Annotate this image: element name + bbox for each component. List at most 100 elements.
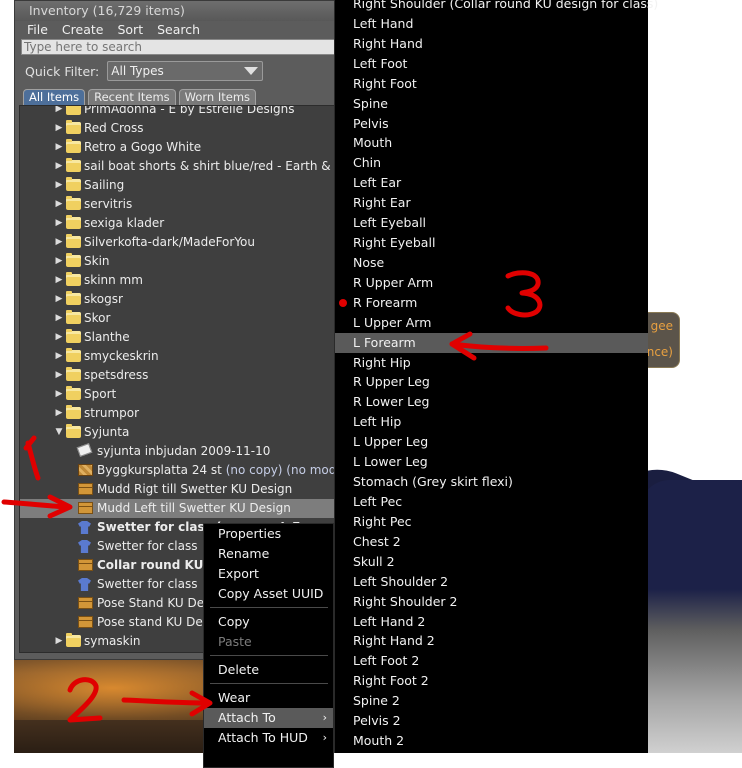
menu-search[interactable]: Search xyxy=(155,21,212,39)
quick-filter-label: Quick Filter: xyxy=(25,63,100,79)
attach-point-left-foot[interactable]: Left Foot xyxy=(335,54,648,74)
collapsed-arrow-icon[interactable]: ▶ xyxy=(54,309,64,328)
context-menu-wear[interactable]: Wear xyxy=(204,688,333,708)
tree-folder[interactable]: ▶ Sailing xyxy=(20,176,338,195)
attach-point-right-shoulder-collar-round-ku-design-for-class[interactable]: Right Shoulder (Collar round KU design f… xyxy=(335,0,658,14)
tab-all-items[interactable]: All Items xyxy=(23,89,86,105)
folder-icon xyxy=(66,106,81,115)
attach-point-skull-2[interactable]: Skull 2 xyxy=(335,552,648,572)
attach-point-l-upper-leg[interactable]: L Upper Leg xyxy=(335,432,648,452)
context-menu-delete[interactable]: Delete xyxy=(204,660,333,680)
attach-point-left-ear[interactable]: Left Ear xyxy=(335,173,648,193)
attach-point-chin[interactable]: Chin xyxy=(335,153,648,173)
attach-point-pelvis[interactable]: Pelvis xyxy=(335,114,648,134)
attach-point-left-shoulder-2[interactable]: Left Shoulder 2 xyxy=(335,572,648,592)
tree-folder[interactable]: ▶ Slanthe xyxy=(20,328,338,347)
tree-folder[interactable]: ▶ servitris xyxy=(20,195,338,214)
collapsed-arrow-icon[interactable]: ▶ xyxy=(54,385,64,404)
attach-point-right-eyeball[interactable]: Right Eyeball xyxy=(335,233,648,253)
collapsed-arrow-icon[interactable]: ▶ xyxy=(54,214,64,233)
expanded-arrow-icon[interactable]: ▼ xyxy=(54,423,64,442)
tree-folder[interactable]: ▶ sexiga klader xyxy=(20,214,338,233)
tree-item[interactable]: syjunta inbjudan 2009-11-10 xyxy=(20,442,338,461)
menu-sort[interactable]: Sort xyxy=(115,21,155,39)
context-menu-properties[interactable]: Properties xyxy=(204,524,333,544)
collapsed-arrow-icon[interactable]: ▶ xyxy=(54,176,64,195)
attach-point-pelvis-2[interactable]: Pelvis 2 xyxy=(335,711,648,731)
attach-point-right-hand-2[interactable]: Right Hand 2 xyxy=(335,631,648,651)
attach-point-mouth[interactable]: Mouth xyxy=(335,133,648,153)
attach-point-left-foot-2[interactable]: Left Foot 2 xyxy=(335,651,648,671)
attach-point-r-forearm[interactable]: R Forearm xyxy=(335,293,648,313)
tree-folder[interactable]: ▶ Skin xyxy=(20,252,338,271)
attach-point-right-foot-2[interactable]: Right Foot 2 xyxy=(335,671,648,691)
context-menu-export[interactable]: Export xyxy=(204,564,333,584)
context-menu-attach-to[interactable]: Attach To › xyxy=(204,708,333,728)
attach-point-right-ear[interactable]: Right Ear xyxy=(335,193,648,213)
attach-point-l-upper-arm[interactable]: L Upper Arm xyxy=(335,313,648,333)
attach-point-left-hand[interactable]: Left Hand xyxy=(335,14,648,34)
collapsed-arrow-icon[interactable]: ▶ xyxy=(54,404,64,423)
collapsed-arrow-icon[interactable]: ▶ xyxy=(54,157,64,176)
collapsed-arrow-icon[interactable]: ▶ xyxy=(54,233,64,252)
tree-folder[interactable]: ▶ sail boat shorts & shirt blue/red - Ear… xyxy=(20,157,338,176)
tree-folder[interactable]: ▶ skinn mm xyxy=(20,271,338,290)
attach-point-right-foot[interactable]: Right Foot xyxy=(335,74,648,94)
attach-point-l-forearm[interactable]: L Forearm xyxy=(335,332,648,353)
tab-worn-items[interactable]: Worn Items xyxy=(178,89,257,105)
tree-folder[interactable]: ▶ Skor xyxy=(20,309,338,328)
attach-point-left-pec[interactable]: Left Pec xyxy=(335,492,648,512)
attach-point-left-hand-2[interactable]: Left Hand 2 xyxy=(335,612,648,632)
tree-folder[interactable]: ▶ Sport xyxy=(20,385,338,404)
collapsed-arrow-icon[interactable]: ▶ xyxy=(54,328,64,347)
collapsed-arrow-icon[interactable]: ▶ xyxy=(54,347,64,366)
context-menu-copy-asset-uuid[interactable]: Copy Asset UUID xyxy=(204,584,333,604)
tree-folder[interactable]: ▶ smyckeskrin xyxy=(20,347,338,366)
attach-point-mouth-2[interactable]: Mouth 2 xyxy=(335,731,648,751)
menu-create[interactable]: Create xyxy=(60,21,116,39)
attach-point-l-lower-leg[interactable]: L Lower Leg xyxy=(335,452,648,472)
tree-folder[interactable]: ▶ PrimAdonna - E by Estrelle Designs xyxy=(20,106,338,119)
context-menu-copy[interactable]: Copy xyxy=(204,612,333,632)
attach-point-spine-2[interactable]: Spine 2 xyxy=(335,691,648,711)
attach-point-r-lower-leg[interactable]: R Lower Leg xyxy=(335,392,648,412)
attach-point-right-hand[interactable]: Right Hand xyxy=(335,34,648,54)
tree-folder[interactable]: ▶ spetsdress xyxy=(20,366,338,385)
context-menu-attach-to-hud[interactable]: Attach To HUD › xyxy=(204,728,333,748)
collapsed-arrow-icon[interactable]: ▶ xyxy=(54,366,64,385)
attach-point-chest-2[interactable]: Chest 2 xyxy=(335,532,648,552)
collapsed-arrow-icon[interactable]: ▶ xyxy=(54,632,64,651)
tree-item[interactable]: Mudd Left till Swetter KU Design xyxy=(20,499,338,518)
tree-folder[interactable]: ▶ strumpor xyxy=(20,404,338,423)
attach-point-right-shoulder-2[interactable]: Right Shoulder 2 xyxy=(335,592,648,612)
attach-point-r-upper-leg[interactable]: R Upper Leg xyxy=(335,372,648,392)
collapsed-arrow-icon[interactable]: ▶ xyxy=(54,106,64,119)
tree-folder[interactable]: ▼ Syjunta xyxy=(20,423,338,442)
attach-point-r-upper-arm[interactable]: R Upper Arm xyxy=(335,273,648,293)
attach-point-right-hip[interactable]: Right Hip xyxy=(335,353,648,373)
tree-folder[interactable]: ▶ Red Cross xyxy=(20,119,338,138)
attach-point-spine[interactable]: Spine xyxy=(335,94,648,114)
quick-filter-select[interactable]: All Types xyxy=(107,61,264,81)
attach-point-left-eyeball[interactable]: Left Eyeball xyxy=(335,213,648,233)
tree-folder[interactable]: ▶ Silverkofta-dark/MadeForYou xyxy=(20,233,338,252)
tree-folder[interactable]: ▶ skogsr xyxy=(20,290,338,309)
attach-point-nose[interactable]: Nose xyxy=(335,253,648,273)
collapsed-arrow-icon[interactable]: ▶ xyxy=(54,290,64,309)
tree-folder[interactable]: ▶ Retro a Gogo White xyxy=(20,138,338,157)
collapsed-arrow-icon[interactable]: ▶ xyxy=(54,252,64,271)
inventory-title[interactable]: Inventory (16,729 items) xyxy=(15,1,343,21)
collapsed-arrow-icon[interactable]: ▶ xyxy=(54,271,64,290)
context-menu-rename[interactable]: Rename xyxy=(204,544,333,564)
menu-file[interactable]: File xyxy=(25,21,60,39)
tree-item[interactable]: Byggkursplatta 24 st (no copy) (no modif… xyxy=(20,461,338,480)
attach-point-left-hip[interactable]: Left Hip xyxy=(335,412,648,432)
inventory-search-input[interactable] xyxy=(21,39,339,55)
collapsed-arrow-icon[interactable]: ▶ xyxy=(54,119,64,138)
attach-point-right-pec[interactable]: Right Pec xyxy=(335,512,648,532)
tab-recent-items[interactable]: Recent Items xyxy=(88,89,176,105)
collapsed-arrow-icon[interactable]: ▶ xyxy=(54,138,64,157)
tree-item[interactable]: Mudd Rigt till Swetter KU Design xyxy=(20,480,338,499)
collapsed-arrow-icon[interactable]: ▶ xyxy=(54,195,64,214)
attach-point-stomach-grey-skirt-flexi[interactable]: Stomach (Grey skirt flexi) xyxy=(335,472,648,492)
